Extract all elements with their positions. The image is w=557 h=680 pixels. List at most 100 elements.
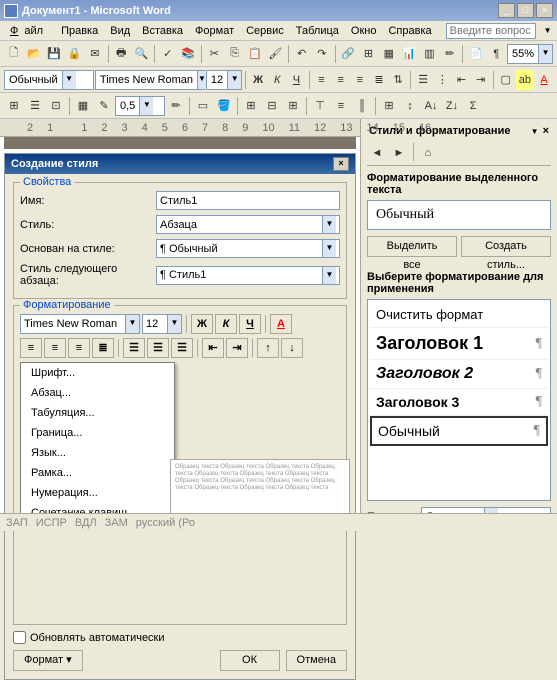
style-list[interactable]: Очистить форматЗаголовок 1¶Заголовок 2¶З… — [367, 299, 551, 501]
indent-combo[interactable]: 0,5▼ — [115, 96, 165, 116]
current-style-box[interactable]: Обычный — [367, 200, 551, 230]
font-color-icon[interactable]: A — [535, 70, 553, 90]
zoom-combo[interactable]: 55%▼ — [507, 44, 553, 64]
doc-map-icon[interactable]: 📄 — [466, 44, 485, 64]
insert-table-icon[interactable]: ▦ — [379, 44, 398, 64]
font-combo[interactable]: Times New Roman▼ — [95, 70, 205, 90]
distribute-cols-icon[interactable]: ║ — [352, 96, 372, 116]
copy-icon[interactable]: ⎘ — [225, 44, 244, 64]
line-spacing-icon[interactable]: ⇅ — [389, 70, 407, 90]
dlg-indent-inc-icon[interactable]: ⇥ — [226, 338, 248, 358]
dlg-underline-button[interactable]: Ч — [239, 314, 261, 334]
merge-cells-icon[interactable]: ⊟ — [262, 96, 282, 116]
paste-icon[interactable]: 📋 — [245, 44, 264, 64]
menu-window[interactable]: Окно — [345, 23, 383, 39]
size-combo[interactable]: 12▼ — [206, 70, 242, 90]
close-button[interactable]: × — [536, 3, 553, 18]
autosum-icon[interactable]: Σ — [463, 96, 483, 116]
spell-icon[interactable]: ✓ — [158, 44, 177, 64]
style-list-item[interactable]: Заголовок 3¶ — [370, 389, 548, 416]
menu-help[interactable]: Справка — [382, 23, 437, 39]
dlg-justify-icon[interactable]: ≣ — [92, 338, 114, 358]
format-dropdown-button[interactable]: Формат ▾ — [13, 650, 83, 671]
align-right-icon[interactable]: ≡ — [351, 70, 369, 90]
dlg-align-right-icon[interactable]: ≡ — [68, 338, 90, 358]
menu-edit[interactable]: Правка — [55, 23, 104, 39]
dlg-size-combo[interactable]: 12▼ — [142, 314, 182, 334]
dlg-after-icon[interactable]: ↓ — [281, 338, 303, 358]
menu-insert[interactable]: Вставка — [136, 23, 189, 39]
new-doc-icon[interactable]: 🗋 — [4, 44, 23, 64]
tables-borders-icon[interactable]: ⊞ — [359, 44, 378, 64]
email-icon[interactable]: ✉ — [85, 44, 104, 64]
justify-icon[interactable]: ≣ — [370, 70, 388, 90]
underline-button[interactable]: Ч — [287, 70, 305, 90]
excel-icon[interactable]: 📊 — [399, 44, 418, 64]
border-style-icon[interactable]: ▭ — [193, 96, 213, 116]
highlight-icon[interactable]: ab — [516, 70, 534, 90]
dialog-close-button[interactable]: × — [333, 157, 349, 171]
cut-icon[interactable]: ✂ — [205, 44, 224, 64]
align-top-icon[interactable]: ⊤ — [310, 96, 330, 116]
tool-icon-3[interactable]: ⊡ — [46, 96, 66, 116]
tool-icon-5[interactable]: ✎ — [94, 96, 114, 116]
dlg-indent-dec-icon[interactable]: ⇤ — [202, 338, 224, 358]
format-menu-item[interactable]: Нумерация... — [21, 483, 174, 503]
dlg-italic-button[interactable]: К — [215, 314, 237, 334]
dlg-spacing2-icon[interactable]: ☰ — [171, 338, 193, 358]
dlg-before-icon[interactable]: ↑ — [257, 338, 279, 358]
insert-rows-icon[interactable]: ⊞ — [241, 96, 261, 116]
format-menu-item[interactable]: Язык... — [21, 443, 174, 463]
numbering-icon[interactable]: ☰ — [414, 70, 432, 90]
fill-color-icon[interactable]: 🪣 — [214, 96, 234, 116]
columns-icon[interactable]: ▥ — [420, 44, 439, 64]
menu-view[interactable]: Вид — [104, 23, 136, 39]
tool-icon-4[interactable]: ▦ — [73, 96, 93, 116]
align-left-icon[interactable]: ≡ — [312, 70, 330, 90]
menu-table[interactable]: Таблица — [290, 23, 345, 39]
dlg-bold-button[interactable]: Ж — [191, 314, 213, 334]
text-direction-icon[interactable]: ↕ — [400, 96, 420, 116]
drawing-icon[interactable]: ✏ — [440, 44, 459, 64]
pane-home-icon[interactable]: ⌂ — [418, 143, 438, 163]
show-marks-icon[interactable]: ¶ — [487, 44, 506, 64]
format-menu-item[interactable]: Абзац... — [21, 383, 174, 403]
dlg-align-center-icon[interactable]: ≡ — [44, 338, 66, 358]
cancel-button[interactable]: Отмена — [286, 650, 347, 671]
name-input[interactable]: Стиль1 — [156, 191, 340, 210]
style-combo[interactable]: Обычный▼ — [4, 70, 94, 90]
italic-button[interactable]: К — [268, 70, 286, 90]
format-menu-item[interactable]: Табуляция... — [21, 403, 174, 423]
dlg-font-color-button[interactable]: A — [270, 314, 292, 334]
select-all-button[interactable]: Выделить все — [367, 236, 457, 257]
align-center-icon[interactable]: ≡ — [332, 70, 350, 90]
ok-button[interactable]: ОК — [220, 650, 280, 671]
pane-fwd-icon[interactable]: ► — [389, 143, 409, 163]
indent-icon[interactable]: ⇥ — [472, 70, 490, 90]
dlg-align-left-icon[interactable]: ≡ — [20, 338, 42, 358]
bullets-icon[interactable]: ⋮ — [433, 70, 451, 90]
maximize-button[interactable]: □ — [517, 3, 534, 18]
format-menu-item[interactable]: Рамка... — [21, 463, 174, 483]
style-list-item[interactable]: Обычный¶ — [370, 416, 548, 446]
tool-icon-2[interactable]: ☰ — [25, 96, 45, 116]
pane-dropdown-icon[interactable]: ▼ — [531, 127, 539, 136]
print-icon[interactable]: 🖶 — [112, 44, 131, 64]
style-list-item[interactable]: Заголовок 2¶ — [370, 360, 548, 389]
permission-icon[interactable]: 🔒 — [65, 44, 84, 64]
bold-button[interactable]: Ж — [249, 70, 267, 90]
ask-dropdown-icon[interactable]: ▼ — [538, 24, 557, 37]
format-menu-item[interactable]: Шрифт... — [21, 363, 174, 383]
undo-icon[interactable]: ↶ — [292, 44, 311, 64]
type-combo[interactable]: Абзаца▼ — [156, 215, 340, 234]
dlg-spacing15-icon[interactable]: ☰ — [147, 338, 169, 358]
minimize-button[interactable]: _ — [498, 3, 515, 18]
borders-icon[interactable]: ▢ — [497, 70, 515, 90]
pane-back-icon[interactable]: ◄ — [367, 143, 387, 163]
save-icon[interactable]: 💾 — [45, 44, 64, 64]
research-icon[interactable]: 📚 — [178, 44, 197, 64]
next-style-combo[interactable]: ¶ Стиль1▼ — [156, 266, 340, 285]
style-list-item[interactable]: Очистить формат — [370, 302, 548, 328]
dlg-font-combo[interactable]: Times New Roman▼ — [20, 314, 140, 334]
tool-icon-1[interactable]: ⊞ — [4, 96, 24, 116]
